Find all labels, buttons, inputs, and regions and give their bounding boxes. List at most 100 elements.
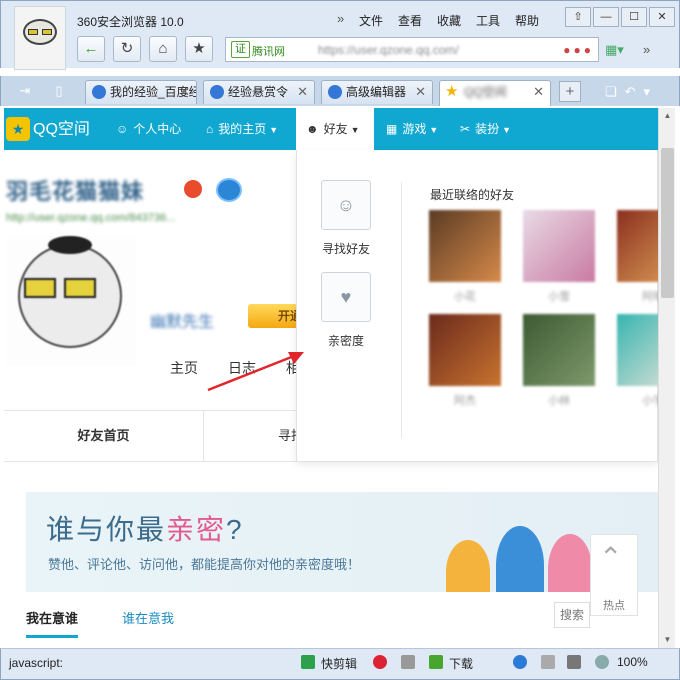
download-icon[interactable] bbox=[429, 655, 443, 669]
tab-experience-bounty[interactable]: 经验悬赏令 ✕ bbox=[203, 80, 315, 104]
zoom-level[interactable]: 100% bbox=[617, 655, 648, 669]
status-bar: javascript: 快剪辑 下载 100% bbox=[0, 648, 680, 680]
tab-close-icon[interactable]: ✕ bbox=[533, 81, 544, 103]
float-search-button[interactable]: 搜索 bbox=[554, 602, 590, 628]
friend-avatar[interactable] bbox=[429, 314, 501, 386]
menu-bar: 文件 查看 收藏 工具 帮助 bbox=[359, 12, 554, 29]
subnav-home[interactable]: 主页 bbox=[170, 358, 198, 378]
user-icon: ☺ bbox=[116, 122, 129, 136]
friend-avatar[interactable] bbox=[523, 314, 595, 386]
home-button[interactable]: ⌂ bbox=[149, 36, 177, 62]
hot-label[interactable]: 热点 bbox=[591, 597, 637, 613]
zoom-icon[interactable] bbox=[595, 655, 609, 669]
record-icon[interactable] bbox=[373, 655, 387, 669]
maximize-button[interactable]: ☐ bbox=[621, 7, 647, 27]
friend-avatar[interactable] bbox=[617, 210, 658, 282]
back-button[interactable]: ← bbox=[77, 36, 105, 62]
tab-who-i-care[interactable]: 我在意谁 bbox=[26, 608, 79, 638]
menu-expand-icon[interactable]: » bbox=[337, 11, 344, 26]
friend-avatar[interactable] bbox=[429, 210, 501, 282]
find-friends-label[interactable]: 寻找好友 bbox=[309, 240, 383, 257]
annotation-arrow bbox=[207, 352, 304, 392]
settings-icon[interactable] bbox=[541, 655, 555, 669]
menu-file[interactable]: 文件 bbox=[359, 12, 398, 29]
url-text[interactable]: https://user.qzone.qq.com/ bbox=[318, 43, 459, 57]
tab-close-icon[interactable]: ✕ bbox=[179, 81, 190, 103]
download-label[interactable]: 下载 bbox=[449, 655, 473, 672]
address-bar-icons[interactable]: ●●● bbox=[563, 43, 594, 57]
menu-help[interactable]: 帮助 bbox=[515, 12, 554, 29]
level-badge-icon[interactable] bbox=[184, 180, 202, 198]
tab-close-icon[interactable]: ✕ bbox=[297, 81, 308, 103]
tab-my-experience[interactable]: 我的经验_百度经验 ✕ bbox=[85, 80, 197, 104]
avatar[interactable] bbox=[6, 236, 136, 366]
more-tools-icon[interactable]: » bbox=[643, 42, 650, 57]
tab-who-cares-me[interactable]: 谁在意我 bbox=[122, 608, 174, 638]
address-bar[interactable]: 证 腾讯网 https://user.qzone.qq.com/ ●●● bbox=[225, 37, 599, 62]
apps-icon[interactable]: ▦▾ bbox=[605, 42, 624, 58]
nav-personal-center[interactable]: ☺ 个人中心 bbox=[116, 108, 181, 150]
scroll-down-icon[interactable]: ▼ bbox=[659, 632, 676, 648]
tab-friends-home[interactable]: 好友首页 bbox=[4, 411, 204, 462]
nav-my-homepage[interactable]: ⌂ 我的主页 ▼ bbox=[206, 108, 278, 150]
close-window-button[interactable]: ✕ bbox=[649, 7, 675, 27]
ie-icon[interactable] bbox=[513, 655, 527, 669]
refresh-button[interactable]: ↻ bbox=[113, 36, 141, 62]
window-title: 360安全浏览器 10.0 bbox=[77, 15, 184, 29]
paw-icon bbox=[92, 85, 106, 99]
quick-edit-icon[interactable] bbox=[301, 655, 315, 669]
intimacy-banner[interactable]: 谁与你最亲密? 赞他、评论他、访问他，都能提高你对他的亲密度哦！ bbox=[26, 492, 658, 592]
chevron-down-icon: ▼ bbox=[269, 125, 279, 135]
vertical-scrollbar[interactable]: ▲ ▼ bbox=[658, 108, 675, 648]
grid-icon: ▦ bbox=[386, 122, 398, 136]
tab-close-icon[interactable]: ✕ bbox=[415, 81, 426, 103]
scroll-thumb[interactable] bbox=[661, 148, 674, 298]
chevron-down-icon: ▼ bbox=[502, 125, 511, 135]
intimacy-button[interactable]: ♥ bbox=[321, 272, 371, 322]
menu-favorites[interactable]: 收藏 bbox=[437, 12, 476, 29]
friend-name[interactable]: 小宇 bbox=[617, 392, 658, 408]
tab-tools-icons[interactable]: ❏↶▾ bbox=[605, 84, 658, 100]
nav-dress-up[interactable]: ✂ 装扮 ▼ bbox=[460, 108, 511, 150]
recent-friends-heading: 最近联络的好友 bbox=[430, 188, 515, 202]
friend-name[interactable]: 阿明 bbox=[617, 288, 658, 304]
mobile-icon[interactable]: ▯ bbox=[47, 80, 71, 102]
certificate-badge[interactable]: 证 bbox=[231, 41, 250, 58]
favorite-star-button[interactable]: ★ bbox=[185, 36, 213, 62]
chevron-down-icon: ▼ bbox=[350, 125, 360, 135]
profile-nickname[interactable]: 幽默先生 bbox=[150, 308, 214, 332]
friend-avatar[interactable] bbox=[617, 314, 658, 386]
back-to-top-panel[interactable]: ⌃ 热点 bbox=[590, 534, 638, 616]
intimacy-label[interactable]: 亲密度 bbox=[309, 332, 383, 349]
friend-name[interactable]: 阿杰 bbox=[429, 392, 501, 408]
nav-friends[interactable]: ☻ 好友 ▼ bbox=[296, 108, 374, 150]
tab-advanced-editor[interactable]: 高级编辑器 ✕ bbox=[321, 80, 433, 104]
new-tab-button[interactable]: + bbox=[559, 81, 581, 102]
minimize-button[interactable]: — bbox=[593, 7, 619, 27]
friends-icon: ☻ bbox=[306, 122, 319, 136]
nav-games[interactable]: ▦ 游戏 ▼ bbox=[386, 108, 438, 150]
banner-subtitle: 赞他、评论他、访问他，都能提高你对他的亲密度哦！ bbox=[48, 557, 361, 572]
web-page: ★ QQ空间 ☺ 个人中心 ⌂ 我的主页 ▼ ☻ 好友 ▼ ▦ 游戏 ▼ ✂ 装扮 ▼ 羽毛花猫猫妹… bbox=[4, 108, 658, 648]
tab-label: 经验悬赏令 bbox=[228, 85, 289, 99]
friend-name[interactable]: 小雪 bbox=[523, 288, 595, 304]
vip-shield-icon[interactable] bbox=[216, 178, 242, 202]
sidebar-toggle-icon[interactable]: ⇥ bbox=[13, 80, 37, 102]
paw-icon bbox=[328, 85, 342, 99]
nav-label: 游戏 bbox=[402, 122, 427, 136]
find-friends-button[interactable]: ☺ bbox=[321, 180, 371, 230]
friend-name[interactable]: 小林 bbox=[523, 392, 595, 408]
friend-name[interactable]: 小花 bbox=[429, 288, 501, 304]
skin-button[interactable]: ⇧ bbox=[565, 7, 591, 27]
tab-qzone[interactable]: ★ QQ空间 ✕ bbox=[439, 80, 551, 106]
friend-avatar[interactable] bbox=[523, 210, 595, 282]
qzone-logo[interactable]: ★ QQ空间 bbox=[6, 117, 90, 141]
menu-view[interactable]: 查看 bbox=[398, 12, 437, 29]
paw-icon bbox=[210, 85, 224, 99]
pin-icon[interactable] bbox=[401, 655, 415, 669]
qzone-header: ★ QQ空间 ☺ 个人中心 ⌂ 我的主页 ▼ ☻ 好友 ▼ ▦ 游戏 ▼ ✂ 装扮 ▼ bbox=[4, 108, 658, 150]
scroll-up-icon[interactable]: ▲ bbox=[659, 108, 676, 124]
menu-tools[interactable]: 工具 bbox=[476, 12, 515, 29]
quick-edit-label[interactable]: 快剪辑 bbox=[321, 655, 357, 672]
speaker-icon[interactable] bbox=[567, 655, 581, 669]
